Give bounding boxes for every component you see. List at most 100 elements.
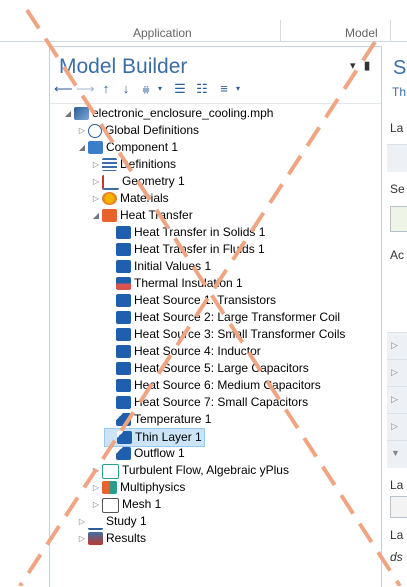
model-builder-title: Model Builder	[59, 55, 188, 78]
collapsed-toggle-icon[interactable]: ▷	[76, 530, 88, 547]
boundary-icon	[116, 447, 131, 460]
down-arrow-icon[interactable]: ↓	[118, 81, 134, 97]
feature-icon	[116, 311, 131, 324]
chevron-right-icon: ▷	[391, 394, 398, 404]
collapsed-toggle-icon[interactable]: ▷	[90, 190, 102, 207]
study-icon	[88, 515, 103, 530]
tree-node[interactable]: Heat Source 3: Small Transformer Coils	[104, 326, 345, 343]
tree-node[interactable]: Temperature 1	[104, 411, 211, 428]
boundary-icon	[117, 431, 132, 444]
tree-node[interactable]: ◢ Heat Transfer	[90, 207, 193, 224]
settings-title: S	[393, 57, 407, 79]
globe-icon	[88, 124, 102, 138]
ribbon-application-label[interactable]: Application	[133, 26, 192, 40]
selection-list-box[interactable]	[390, 206, 407, 232]
dropdown-arrow-icon[interactable]: ▾	[152, 81, 168, 97]
settings-label: La	[390, 528, 404, 542]
forward-arrow-icon[interactable]: ⟶	[76, 81, 95, 97]
tree-node[interactable]: Heat Transfer in Fluids 1	[104, 241, 265, 258]
tree-node-label: Heat Transfer in Fluids 1	[134, 242, 265, 256]
tree-node-label: Thin Layer 1	[135, 430, 202, 444]
tree-node[interactable]: Heat Transfer in Solids 1	[104, 224, 265, 241]
tree-node-label: Definitions	[120, 157, 177, 171]
feature-icon	[116, 294, 131, 307]
collapsed-toggle-icon[interactable]: ▷	[90, 479, 102, 496]
tree-node[interactable]: Heat Source 6: Medium Capacitors	[104, 377, 321, 394]
flow-icon	[102, 464, 119, 479]
mesh-icon	[102, 498, 119, 513]
collapsed-toggle-icon[interactable]: ▷	[90, 496, 102, 513]
settings-label: Ac	[390, 248, 405, 262]
tree-node[interactable]: ◢ Component 1	[76, 139, 178, 156]
settings-subtitle: Th	[392, 85, 407, 99]
chevron-right-icon: ▷	[391, 421, 398, 431]
tree-node-label: Mesh 1	[122, 497, 162, 511]
tree-node[interactable]: ▷ Mesh 1	[90, 496, 161, 513]
pin-icon[interactable]: ▮	[364, 59, 370, 72]
collapsed-toggle-icon[interactable]: ▷	[76, 122, 88, 139]
collapsed-toggle-icon[interactable]: ▷	[76, 513, 88, 530]
tree-node[interactable]: Heat Source 2: Large Transformer Coil	[104, 309, 340, 326]
tree-node-label: Component 1	[106, 140, 179, 154]
tree-node[interactable]: Heat Source 7: Small Capacitors	[104, 394, 308, 411]
tree-node[interactable]: Initial Values 1	[104, 258, 211, 275]
chevron-down-icon: ▼	[391, 448, 400, 458]
back-arrow-icon[interactable]: ⟵	[54, 81, 73, 97]
panel-menu-icon[interactable]: ▾	[350, 59, 356, 72]
tree-node[interactable]: ◢ electronic_enclosure_cooling.mph	[62, 105, 273, 122]
tree-node-label: Results	[106, 531, 147, 545]
definitions-icon	[102, 158, 117, 171]
boundary-icon	[116, 413, 131, 426]
tree-node-label: Thermal Insulation 1	[134, 276, 243, 290]
tree-node[interactable]: ▷ Results	[76, 530, 146, 547]
tree-node[interactable]: ▷ Geometry 1	[90, 173, 185, 190]
ribbon-model-label[interactable]: Model	[345, 26, 378, 40]
feature-icon	[116, 379, 131, 392]
expanded-toggle-icon[interactable]: ◢	[62, 105, 74, 122]
tree-node-label: Temperature 1	[134, 412, 212, 426]
expand-icon[interactable]: ☷	[194, 81, 210, 97]
component-icon	[88, 141, 103, 154]
settings-section-strip	[387, 144, 407, 172]
results-icon	[88, 532, 103, 545]
tree-node-label: Materials	[120, 191, 169, 205]
tree-node[interactable]: Heat Source 5: Large Capacitors	[104, 360, 309, 377]
ribbon-border	[0, 41, 407, 42]
collapsed-toggle-icon[interactable]: ▷	[90, 156, 102, 173]
expanded-toggle-icon[interactable]: ◢	[90, 207, 102, 224]
expanded-toggle-icon[interactable]: ◢	[76, 139, 88, 156]
collapse-icon[interactable]: ☰	[172, 81, 188, 97]
layer-dropdown[interactable]	[390, 496, 407, 518]
tree-node-label: Heat Source 4: Inductor	[134, 344, 261, 358]
feature-icon	[116, 362, 131, 375]
tree-node-label: Heat Source 5: Large Capacitors	[134, 361, 309, 375]
tree-node[interactable]: Heat Source 4: Inductor	[104, 343, 261, 360]
tree-node-label: Heat Transfer in Solids 1	[134, 225, 266, 239]
materials-icon	[102, 192, 117, 205]
tree-node[interactable]: ▷ Study 1	[76, 513, 147, 530]
tree-node-label: Heat Source 2: Large Transformer Coil	[134, 310, 341, 324]
settings-panel-edge: S Th La Se Ac ▷ ▷ ▷ ▷ ▼ La La ds	[381, 46, 407, 586]
tree-node[interactable]: Thermal Insulation 1	[104, 275, 243, 292]
tree-node-label: Heat Transfer	[120, 208, 193, 222]
collapsed-toggle-icon[interactable]: ▷	[90, 462, 102, 479]
settings-label: La	[390, 121, 404, 135]
ribbon-divider	[280, 20, 281, 42]
tree-node-label: Heat Source 1: Transistors	[134, 293, 277, 307]
collapsed-toggle-icon[interactable]: ▷	[90, 173, 102, 190]
tree-node[interactable]: ▷ Multiphysics	[90, 479, 185, 496]
tree-node[interactable]: Heat Source 1: Transistors	[104, 292, 276, 309]
tree-node[interactable]: Outflow 1	[104, 445, 185, 462]
tree-node-label: Multiphysics	[120, 480, 186, 494]
feature-icon	[116, 345, 131, 358]
tree-node[interactable]: ▷ Materials	[90, 190, 169, 207]
settings-label: ds	[390, 550, 403, 564]
heat-transfer-icon	[102, 209, 117, 222]
up-arrow-icon[interactable]: ↑	[98, 81, 114, 97]
tree-node[interactable]: ▷ Turbulent Flow, Algebraic yPlus	[90, 462, 289, 479]
model-icon	[74, 107, 89, 120]
tree-node-label: Global Definitions	[105, 123, 200, 137]
tree-node[interactable]: ▷ Definitions	[90, 156, 176, 173]
tree-node[interactable]: ▷ Global Definitions	[76, 122, 199, 139]
dropdown-arrow-icon[interactable]: ▾	[230, 81, 246, 97]
